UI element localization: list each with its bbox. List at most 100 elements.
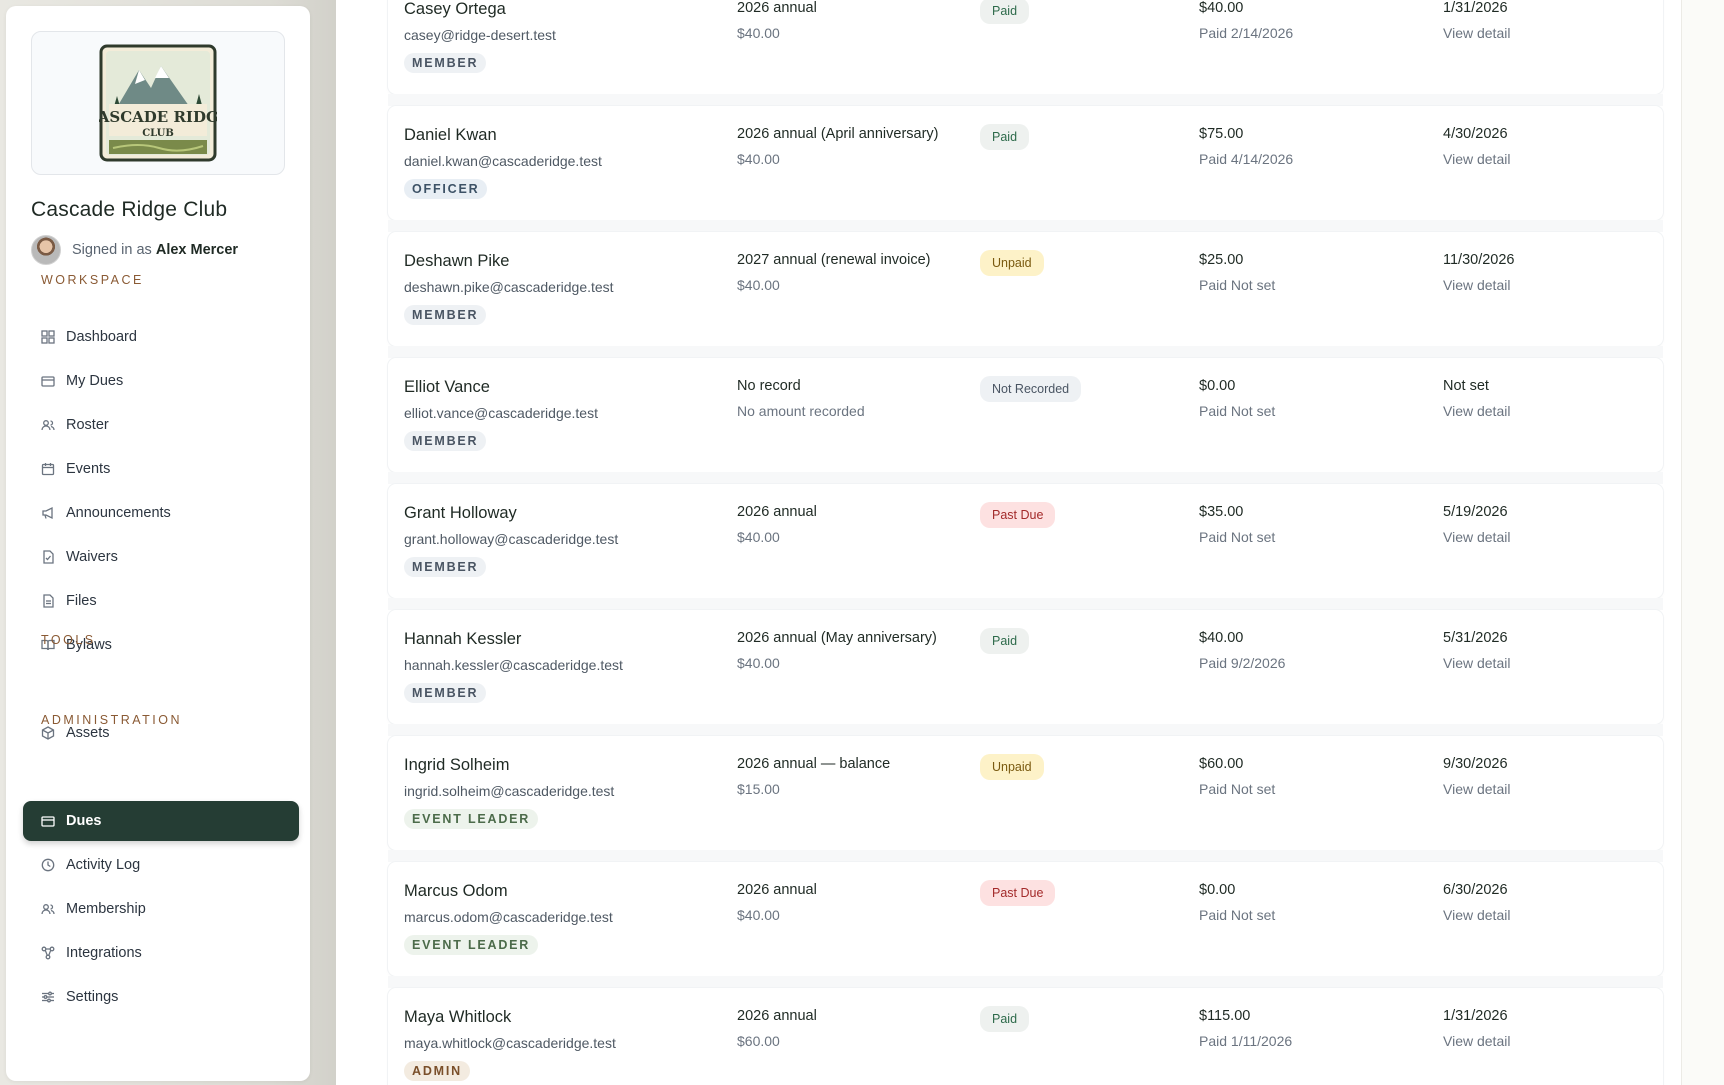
table-row[interactable]: Ingrid Solheim ingrid.solheim@cascaderidg… [388, 736, 1663, 850]
payment-cell: $75.00 Paid 4/14/2026 [1199, 126, 1399, 167]
table-row[interactable]: Casey Ortega casey@ridge-desert.test MEMBE… [388, 0, 1663, 94]
dues-period: 2026 annual — balance [737, 756, 891, 772]
status-badge: Not Recorded [980, 376, 1082, 402]
period-cell: 2026 annual — balance $15.00 [737, 756, 967, 797]
payment-cell: $40.00 Paid 2/14/2026 [1199, 0, 1399, 41]
due-date: 11/30/2026 [1443, 252, 1515, 268]
dues-amount: $40.00 [737, 655, 780, 671]
member-name: Deshawn Pike [404, 252, 510, 270]
status-badge: Past Due [980, 502, 1056, 528]
member-email: daniel.kwan@cascaderidge.test [404, 153, 602, 169]
sidebar-item-label: Membership [66, 901, 146, 917]
role-badge: MEMBER [404, 305, 487, 325]
member-name: Daniel Kwan [404, 126, 497, 144]
member-name: Ingrid Solheim [404, 756, 510, 774]
due-date: 5/31/2026 [1443, 630, 1508, 646]
dues-amount: $40.00 [737, 529, 780, 545]
member-email: grant.holloway@cascaderidge.test [404, 531, 619, 547]
paid-amount: $35.00 [1199, 504, 1244, 520]
paid-amount: $75.00 [1199, 126, 1244, 142]
dues-amount: $40.00 [737, 151, 780, 167]
due-date: Not set [1443, 378, 1489, 394]
due-cell: 5/19/2026 View detail [1443, 504, 1623, 545]
view-detail-link[interactable]: View detail [1443, 781, 1623, 797]
sidebar-item-dashboard[interactable]: Dashboard [23, 317, 299, 357]
paid-amount: $115.00 [1199, 1008, 1251, 1024]
row-divider [388, 220, 1663, 232]
dues-period: 2026 annual [737, 882, 817, 898]
paid-date: Paid 1/11/2026 [1199, 1033, 1293, 1049]
member-cell: Maya Whitlock maya.whitlock@cascaderidge.… [404, 1008, 724, 1081]
sidebar-item-dues[interactable]: Dues [23, 801, 299, 841]
view-detail-link[interactable]: View detail [1443, 655, 1623, 671]
row-divider [388, 850, 1663, 862]
member-cell: Grant Holloway grant.holloway@cascaderidg… [404, 504, 724, 577]
table-row[interactable]: Maya Whitlock maya.whitlock@cascaderidge.… [388, 988, 1663, 1085]
due-cell: Not set View detail [1443, 378, 1623, 419]
users-icon [41, 418, 55, 432]
period-cell: 2026 annual $60.00 [737, 1008, 967, 1049]
due-date: 6/30/2026 [1443, 882, 1508, 898]
view-detail-link[interactable]: View detail [1443, 151, 1623, 167]
scrollbar-track[interactable] [1681, 0, 1724, 1085]
sidebar-item-my-dues[interactable]: My Dues [23, 361, 299, 401]
paid-date: Paid 9/2/2026 [1199, 655, 1286, 671]
sidebar-item-announcements[interactable]: Announcements [23, 493, 299, 533]
due-date: 1/31/2026 [1443, 1008, 1508, 1024]
period-cell: 2026 annual $40.00 [737, 882, 967, 923]
view-detail-link[interactable]: View detail [1443, 907, 1623, 923]
table-row[interactable]: Daniel Kwan daniel.kwan@cascaderidge.test… [388, 106, 1663, 220]
due-date: 1/31/2026 [1443, 0, 1508, 16]
member-email: deshawn.pike@cascaderidge.test [404, 279, 614, 295]
role-badge: EVENT LEADER [404, 935, 539, 955]
sidebar-item-files[interactable]: Files [23, 581, 299, 621]
row-divider [388, 724, 1663, 736]
club-logo: CASCADE RIDGE CLUB [99, 44, 217, 162]
view-detail-link[interactable]: View detail [1443, 529, 1623, 545]
view-detail-link[interactable]: View detail [1443, 403, 1623, 419]
table-row[interactable]: Deshawn Pike deshawn.pike@cascaderidge.te… [388, 232, 1663, 346]
sidebar-item-roster[interactable]: Roster [23, 405, 299, 445]
calendar-icon [41, 462, 55, 476]
paid-date: Paid Not set [1199, 277, 1276, 293]
dues-amount: $40.00 [737, 907, 780, 923]
role-badge: MEMBER [404, 557, 487, 577]
status-badge: Unpaid [980, 250, 1044, 276]
section-label-workspace: WORKSPACE [41, 273, 144, 287]
row-divider [388, 472, 1663, 484]
status-badge: Past Due [980, 880, 1056, 906]
role-badge: MEMBER [404, 53, 487, 73]
dues-period: 2026 annual [737, 1008, 817, 1024]
member-cell: Marcus Odom marcus.odom@cascaderidge.test… [404, 882, 724, 955]
view-detail-link[interactable]: View detail [1443, 1033, 1623, 1049]
view-detail-link[interactable]: View detail [1443, 25, 1623, 41]
table-row[interactable]: Marcus Odom marcus.odom@cascaderidge.test… [388, 862, 1663, 976]
member-cell: Hannah Kessler hannah.kessler@cascaderidg… [404, 630, 724, 703]
sidebar-item-membership[interactable]: Membership [23, 889, 299, 929]
table-row[interactable]: Elliot Vance elliot.vance@cascaderidge.te… [388, 358, 1663, 472]
sidebar-item-events[interactable]: Events [23, 449, 299, 489]
sidebar-item-label: Events [66, 461, 111, 477]
dues-amount: $40.00 [737, 277, 780, 293]
member-email: maya.whitlock@cascaderidge.test [404, 1035, 616, 1051]
member-name: Hannah Kessler [404, 630, 522, 648]
member-cell: Deshawn Pike deshawn.pike@cascaderidge.te… [404, 252, 724, 325]
payment-cell: $0.00 Paid Not set [1199, 882, 1399, 923]
avatar[interactable] [31, 235, 61, 265]
view-detail-link[interactable]: View detail [1443, 277, 1623, 293]
dues-period: 2026 annual (April anniversary) [737, 126, 939, 142]
sidebar-item-label: Announcements [66, 505, 171, 521]
table-row[interactable]: Grant Holloway grant.holloway@cascaderidg… [388, 484, 1663, 598]
sidebar-item-label: Assets [66, 725, 110, 741]
sidebar-item-settings[interactable]: Settings [23, 977, 299, 1017]
sidebar-item-activity-log[interactable]: Activity Log [23, 845, 299, 885]
status-cell: Paid [980, 628, 1030, 654]
role-badge: EVENT LEADER [404, 809, 539, 829]
table-row[interactable]: Hannah Kessler hannah.kessler@cascaderidg… [388, 610, 1663, 724]
sidebar-item-waivers[interactable]: Waivers [23, 537, 299, 577]
club-name: Cascade Ridge Club [31, 198, 228, 221]
status-cell: Past Due [980, 880, 1056, 906]
dues-amount: $40.00 [737, 25, 780, 41]
status-badge: Paid [980, 124, 1030, 150]
sidebar-item-integrations[interactable]: Integrations [23, 933, 299, 973]
